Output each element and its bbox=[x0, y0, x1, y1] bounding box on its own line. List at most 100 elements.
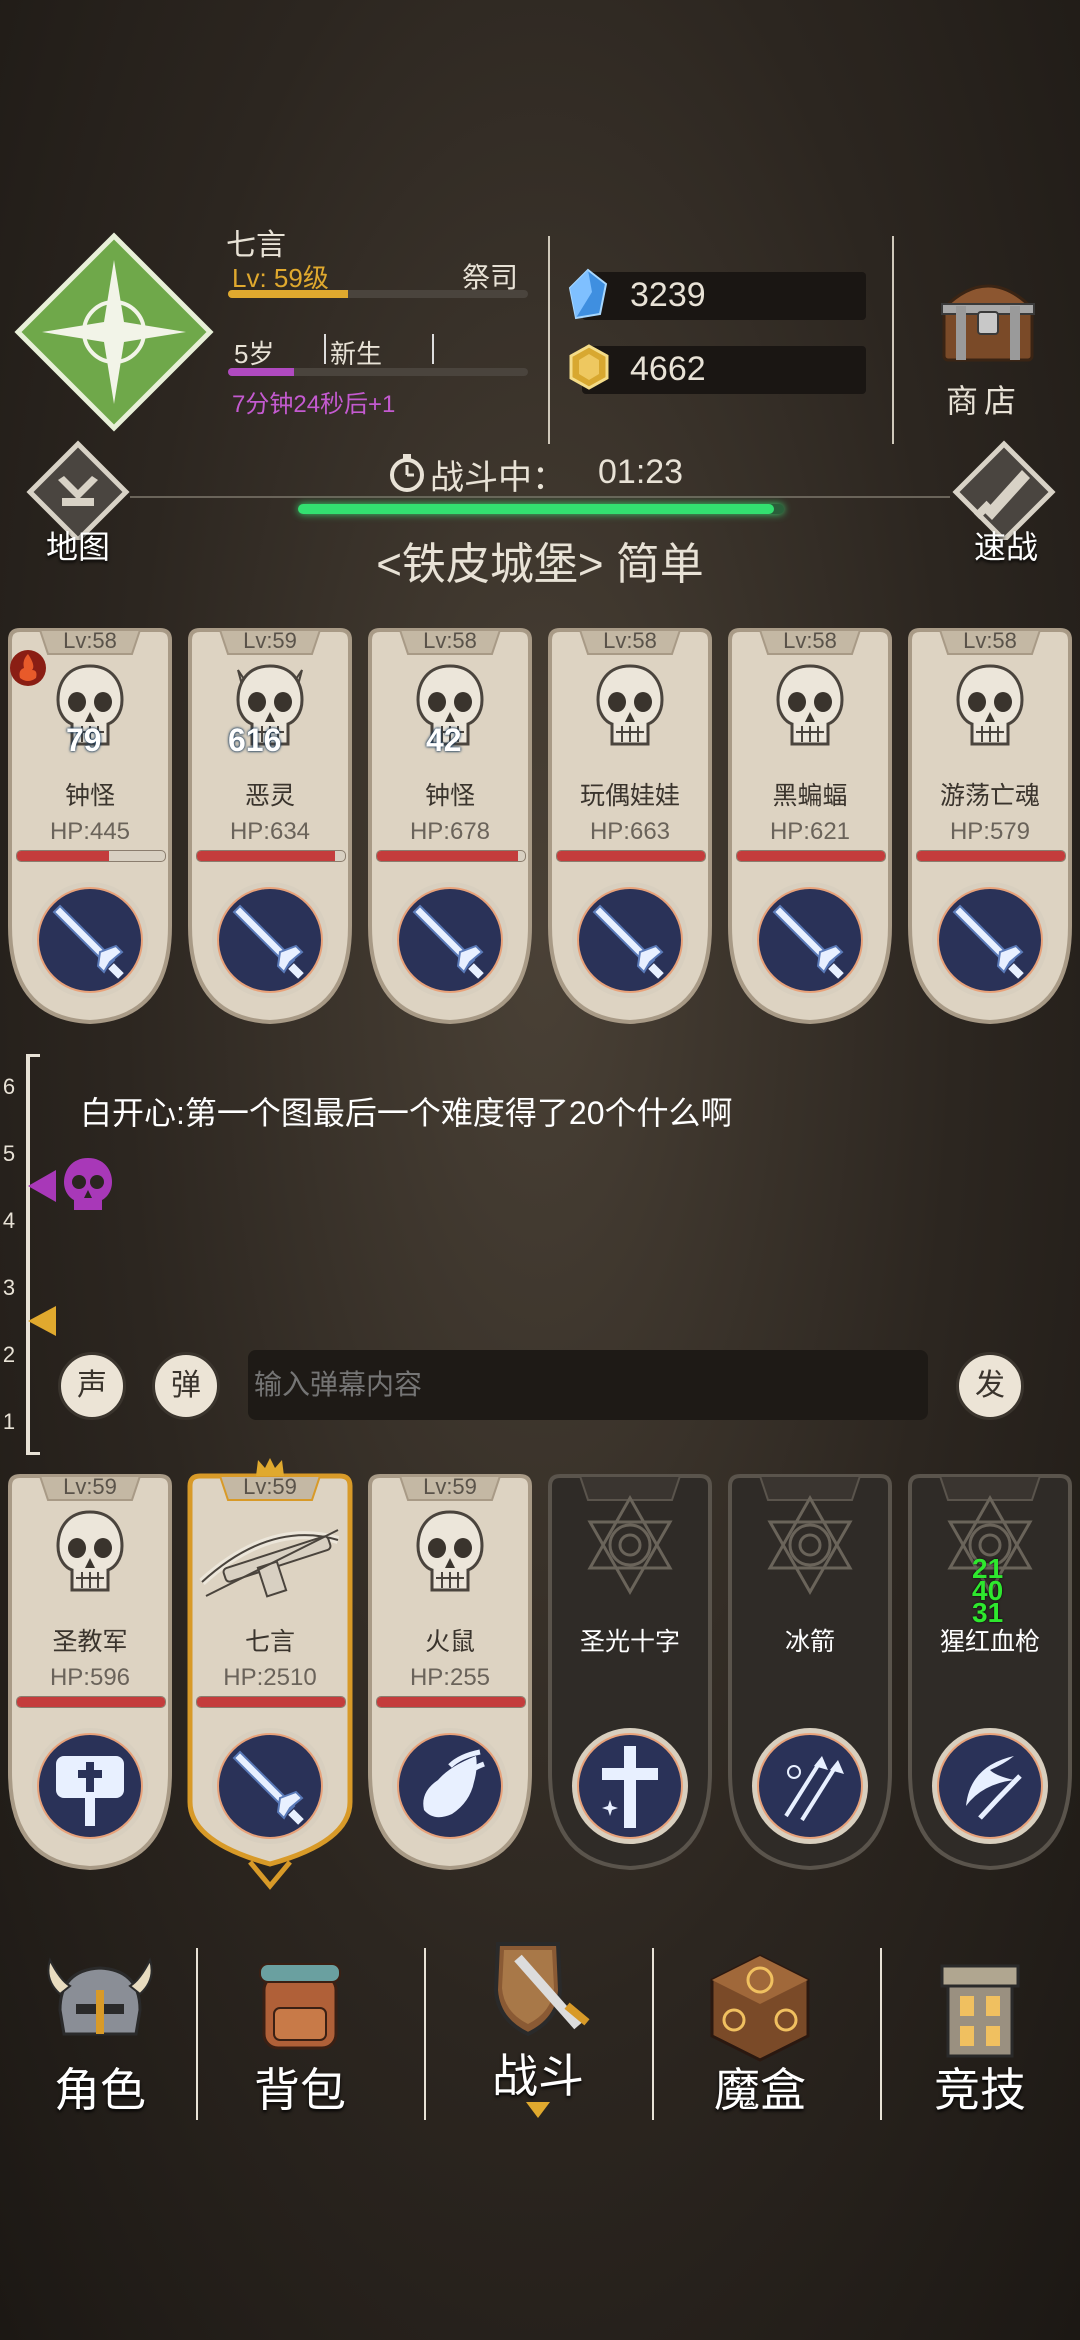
fire-status-icon bbox=[10, 650, 46, 686]
nav-divider bbox=[196, 1948, 198, 2120]
danmaku-message: 白开心:第一个图最后一个难度得了20个什么啊 bbox=[80, 1095, 733, 1131]
enemy-name: 玩偶娃娃 bbox=[579, 782, 680, 810]
nav-label: 角色 bbox=[54, 2064, 146, 2116]
fireball-icon[interactable] bbox=[390, 1726, 510, 1846]
team-hero-card[interactable]: Lv:59 圣教军 HP:596 bbox=[4, 1472, 176, 1872]
enemy-card[interactable]: Lv:58 钟怪 HP:445 79 bbox=[4, 626, 176, 1026]
ice-arrows-icon[interactable] bbox=[750, 1726, 870, 1846]
battle-timer: 01:23 bbox=[598, 453, 684, 491]
nav-item-magic-box[interactable]: 魔盒 bbox=[670, 1930, 850, 2130]
class-emblem-icon[interactable] bbox=[14, 232, 214, 432]
hammer-icon[interactable] bbox=[30, 1726, 150, 1846]
hero-level: Lv:59 bbox=[63, 1474, 117, 1499]
skill-card[interactable]: 圣光十字 bbox=[544, 1472, 716, 1872]
nav-label: 战斗 bbox=[492, 2050, 584, 2102]
nav-item-backpack[interactable]: 背包 bbox=[210, 1930, 390, 2130]
hero-name: 七言 bbox=[244, 1628, 295, 1656]
enemy-level: Lv:58 bbox=[783, 628, 837, 653]
enemy-card[interactable]: Lv:58 黑蝙蝠 HP:621 bbox=[724, 626, 896, 1026]
hero-hp: HP:255 bbox=[409, 1664, 491, 1691]
enemy-hp-bar bbox=[376, 850, 526, 862]
enemy-position-marker-icon bbox=[28, 1170, 56, 1202]
enemy-name: 游荡亡魂 bbox=[939, 782, 1040, 810]
damage-number: 616 bbox=[228, 722, 282, 758]
sword-icon[interactable] bbox=[750, 880, 870, 1000]
sword-icon[interactable] bbox=[210, 1726, 330, 1846]
shop-button[interactable]: 商店 bbox=[946, 376, 1022, 422]
sword-icon[interactable] bbox=[390, 880, 510, 1000]
danmaku-input[interactable] bbox=[248, 1350, 928, 1420]
lane-number: 4 bbox=[2, 1208, 16, 1233]
enemy-name: 钟怪 bbox=[424, 782, 475, 810]
enemy-hp: HP:621 bbox=[769, 818, 851, 845]
lane-number: 6 bbox=[2, 1074, 16, 1099]
skill-card[interactable]: 猩红血枪 21 40 31 bbox=[904, 1472, 1076, 1872]
nav-item-helmet[interactable]: 角色 bbox=[10, 1930, 190, 2130]
gold-count: 4662 bbox=[630, 350, 706, 388]
enemy-level: Lv:58 bbox=[603, 628, 657, 653]
backpack-icon bbox=[259, 1963, 341, 2050]
enemy-hp: HP:634 bbox=[229, 818, 311, 845]
skill-card[interactable]: 冰箭 bbox=[724, 1472, 896, 1872]
team-hero-card[interactable]: Lv:59 七言 HP:2510 bbox=[184, 1458, 356, 1890]
enemy-card[interactable]: Lv:58 游荡亡魂 HP:579 bbox=[904, 626, 1076, 1026]
enemy-level: Lv:58 bbox=[963, 628, 1017, 653]
growth-bar bbox=[228, 368, 528, 376]
sword-icon[interactable] bbox=[210, 880, 330, 1000]
battle-progress-bar bbox=[298, 504, 784, 514]
enemy-hp: HP:579 bbox=[949, 818, 1031, 845]
text-cursor bbox=[432, 334, 434, 364]
axis-tick bbox=[26, 1452, 40, 1455]
growth-stage: 新生 bbox=[330, 339, 383, 369]
header-divider bbox=[892, 236, 894, 444]
enemy-hp-bar bbox=[16, 850, 166, 862]
hero-name: 火鼠 bbox=[424, 1628, 475, 1656]
danmaku-toggle-button[interactable]: 弹 bbox=[152, 1352, 220, 1420]
crossbow-icon bbox=[199, 1529, 340, 1598]
enemy-card[interactable]: Lv:58 钟怪 HP:678 42 bbox=[364, 626, 536, 1026]
shield-sword-icon bbox=[493, 1942, 590, 2037]
sword-icon[interactable] bbox=[30, 880, 150, 1000]
send-button[interactable]: 发 bbox=[956, 1352, 1024, 1420]
nav-divider bbox=[652, 1948, 654, 2120]
player-age: 5岁 bbox=[234, 339, 275, 369]
nav-divider bbox=[880, 1948, 882, 2120]
nav-label: 背包 bbox=[254, 2064, 346, 2116]
damage-number: 42 bbox=[426, 722, 462, 758]
enemy-card[interactable]: Lv:58 玩偶娃娃 HP:663 bbox=[544, 626, 716, 1026]
sword-icon[interactable] bbox=[930, 880, 1050, 1000]
enemy-hp: HP:445 bbox=[49, 818, 131, 845]
enemy-hp-bar bbox=[196, 850, 346, 862]
axis-tick bbox=[26, 1054, 40, 1057]
lane-number: 3 bbox=[2, 1275, 16, 1300]
header-divider bbox=[548, 236, 550, 444]
hero-name: 圣教军 bbox=[52, 1628, 128, 1656]
enemy-level: Lv:58 bbox=[423, 628, 477, 653]
gold-counter bbox=[582, 346, 866, 394]
skill-name: 圣光十字 bbox=[579, 1628, 680, 1656]
team-hero-card[interactable]: Lv:59 火鼠 HP:255 bbox=[364, 1472, 536, 1872]
helmet-icon bbox=[47, 1957, 153, 2036]
holy-cross-icon[interactable] bbox=[570, 1726, 690, 1846]
hero-hp: HP:596 bbox=[49, 1664, 131, 1691]
divider bbox=[324, 334, 326, 364]
magic-box-icon bbox=[710, 1954, 810, 2062]
gem-count: 3239 bbox=[630, 276, 706, 314]
nav-item-shield-sword[interactable]: 战斗 bbox=[448, 1930, 628, 2130]
treasure-chest-icon[interactable] bbox=[936, 268, 1040, 364]
enemy-card[interactable]: Lv:59 恶灵 HP:634 616 bbox=[184, 626, 356, 1026]
hero-hp: HP:2510 bbox=[223, 1664, 317, 1691]
nav-divider bbox=[424, 1948, 426, 2120]
lane-axis bbox=[26, 1054, 30, 1454]
skull-icon bbox=[416, 1510, 484, 1592]
nav-item-tower[interactable]: 竞技 bbox=[890, 1930, 1070, 2130]
gem-counter bbox=[582, 272, 866, 320]
hero-hp-bar bbox=[16, 1696, 166, 1708]
sword-icon[interactable] bbox=[570, 880, 690, 1000]
hero-hp-bar bbox=[376, 1696, 526, 1708]
lane-number: 5 bbox=[2, 1141, 16, 1166]
skull-icon bbox=[776, 664, 844, 746]
sound-toggle-button[interactable]: 声 bbox=[58, 1352, 126, 1420]
crimson-spear-icon[interactable] bbox=[930, 1726, 1050, 1846]
hero-hp-bar bbox=[196, 1696, 346, 1708]
